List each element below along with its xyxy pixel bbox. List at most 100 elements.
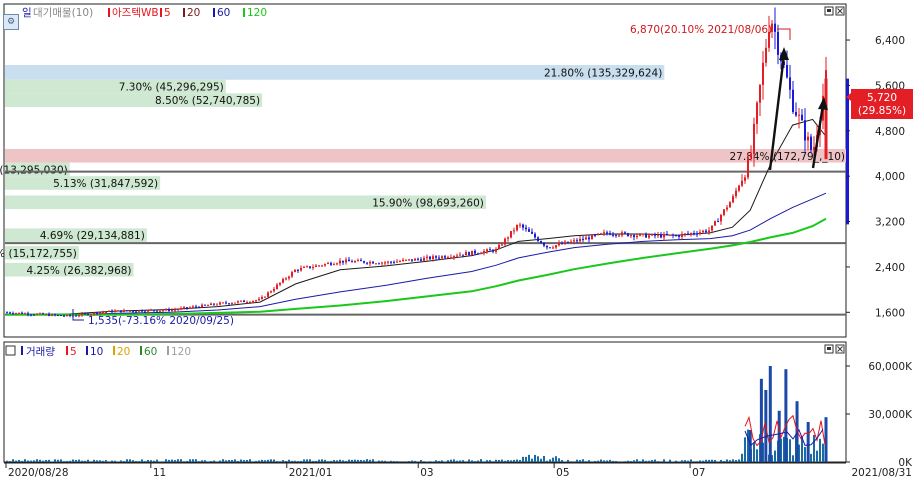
volume-bar xyxy=(309,459,311,462)
volume-bar xyxy=(729,460,731,462)
volume-bar xyxy=(462,460,464,462)
candle-body xyxy=(294,269,296,273)
candle-body xyxy=(237,301,239,303)
candle-body xyxy=(648,235,650,238)
vma-legend-swatch xyxy=(167,346,169,355)
volume-bar xyxy=(222,459,224,462)
volume-bar xyxy=(612,460,614,462)
candle-body xyxy=(537,237,539,242)
candle-body xyxy=(465,252,467,256)
volume-profile-label: 15.90% (98,693,260) xyxy=(372,197,484,209)
candle-body xyxy=(750,153,752,158)
candle-body xyxy=(117,310,119,312)
candle-body xyxy=(762,62,764,85)
ma-legend-swatch xyxy=(160,8,162,17)
volume-bar xyxy=(453,459,455,462)
volume-bar xyxy=(624,461,626,462)
volume-bar xyxy=(627,460,629,462)
candle-body xyxy=(813,146,815,150)
volume-bar xyxy=(444,461,446,462)
volume-bar xyxy=(555,456,557,462)
candle-body xyxy=(282,279,284,283)
volume-bar xyxy=(510,460,512,462)
candle-body xyxy=(618,235,620,237)
candle-body xyxy=(492,250,494,252)
volume-bar-spike xyxy=(768,366,772,462)
candle-body xyxy=(291,272,293,277)
y-tick-label: 1,600 xyxy=(875,307,905,319)
volume-profile-label: 7.30% (45,296,295) xyxy=(119,82,224,94)
vma-legend-swatch xyxy=(66,346,68,355)
x-tick-label: 05 xyxy=(556,467,569,479)
candle-body xyxy=(114,310,116,313)
volume-bar xyxy=(363,460,365,462)
candle-body xyxy=(453,255,455,258)
candle-body xyxy=(639,233,641,236)
candle-body xyxy=(351,261,353,263)
candle-body xyxy=(153,309,155,311)
volume-bar xyxy=(219,460,221,462)
candle-body xyxy=(525,227,527,230)
volume-bar xyxy=(270,459,272,462)
candle-body xyxy=(501,244,503,246)
candle-body xyxy=(306,266,308,268)
candle-body xyxy=(300,267,302,271)
volume-bar xyxy=(387,461,389,462)
candle-body xyxy=(642,233,644,235)
candle-body xyxy=(33,314,35,316)
volume-bar xyxy=(609,459,611,462)
volume-bar xyxy=(306,459,308,462)
candle-body xyxy=(666,233,668,235)
candle-body xyxy=(357,260,359,262)
candle-body xyxy=(135,311,137,313)
candle-body xyxy=(201,304,203,308)
vy-tick-label: 60,000K xyxy=(868,361,913,373)
candle-body xyxy=(444,256,446,258)
volume-bar xyxy=(192,459,194,462)
x-tick-label: 2021/01 xyxy=(289,467,333,479)
volume-bar xyxy=(318,459,320,462)
candle-body xyxy=(561,243,563,245)
volume-bar xyxy=(375,461,377,462)
high-annotation-label: 6,870(20.10% 2021/08/06) xyxy=(630,24,772,36)
volume-bar xyxy=(150,460,152,462)
volume-bar xyxy=(492,461,494,462)
candle-body xyxy=(708,230,710,233)
candle-body xyxy=(288,276,290,279)
volume-bar xyxy=(408,461,410,462)
candle-body xyxy=(354,261,356,263)
ma-legend-label: 60 xyxy=(217,7,230,19)
volume-bar xyxy=(687,460,689,462)
volume-bar xyxy=(675,460,677,462)
chart-settings-icon[interactable]: ⚙ xyxy=(3,14,19,30)
candle-body xyxy=(93,312,95,315)
candle-body xyxy=(21,312,23,314)
candle-body xyxy=(435,256,437,258)
volume-bar xyxy=(165,459,167,462)
low-annotation-label: 1,535(-73.16% 2020/09/25) xyxy=(88,315,234,327)
vma-legend-label: 120 xyxy=(171,346,191,358)
candle-body xyxy=(339,260,341,264)
candle-body xyxy=(747,157,749,178)
candle-body xyxy=(528,229,530,232)
candle-body xyxy=(195,306,197,308)
volume-bar xyxy=(177,459,179,462)
candle-body xyxy=(609,233,611,235)
y-tick-label: 6,400 xyxy=(875,35,905,47)
volume-bar xyxy=(819,438,821,462)
candle-body xyxy=(54,314,56,316)
volume-bar xyxy=(78,459,80,462)
volume-bar xyxy=(21,460,23,462)
candle-body xyxy=(711,225,713,231)
volume-bar xyxy=(423,461,425,462)
volume-bar xyxy=(366,459,368,462)
candle-body xyxy=(330,263,332,265)
volume-bar xyxy=(90,461,92,462)
candle-body xyxy=(489,249,491,251)
volume-bar xyxy=(210,461,212,462)
candle-body xyxy=(672,234,674,236)
volume-bar xyxy=(639,461,641,462)
volume-bar xyxy=(495,459,497,462)
candle-body xyxy=(630,235,632,237)
volume-bar xyxy=(561,460,563,462)
